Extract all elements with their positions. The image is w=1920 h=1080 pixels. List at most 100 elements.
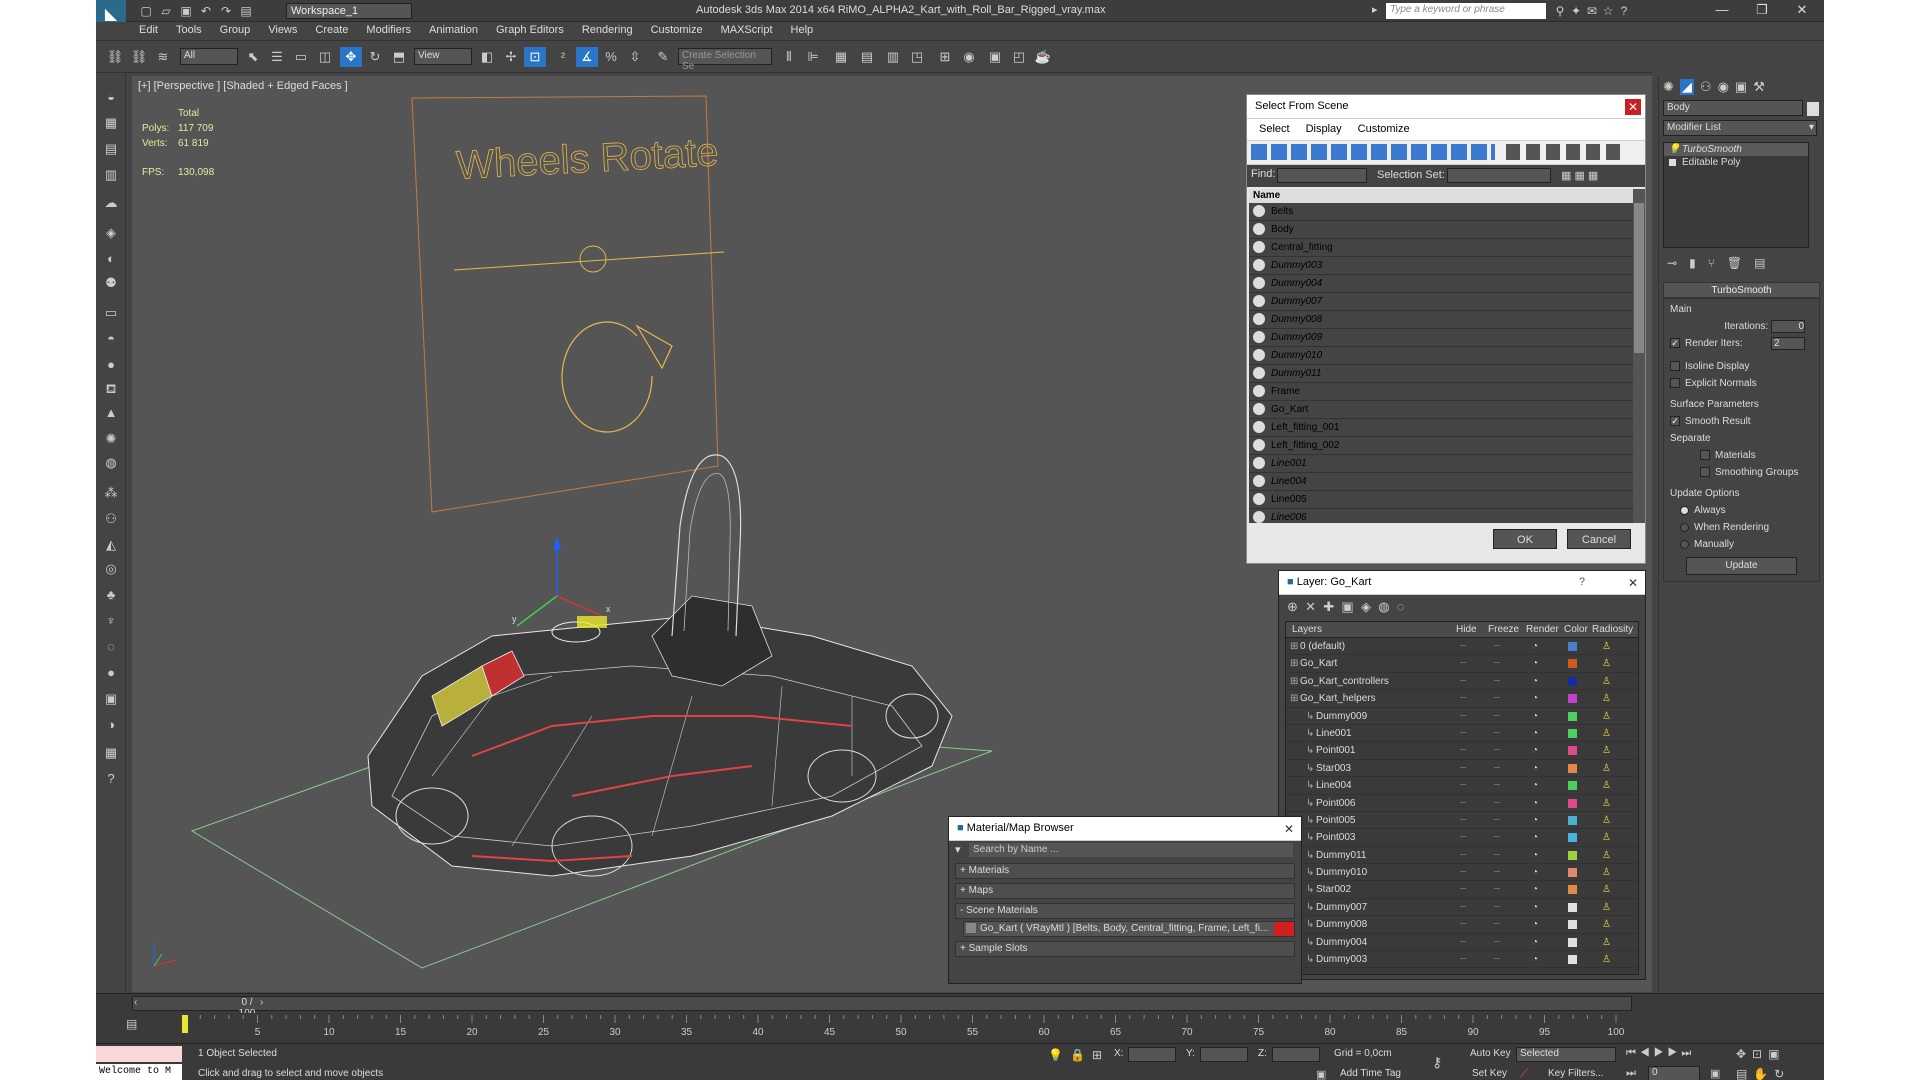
iterations-spinner[interactable]: 0 xyxy=(1771,319,1805,333)
layer-help-icon[interactable]: ? xyxy=(1579,576,1585,588)
layer-hide-toggle[interactable]: ┄ xyxy=(1460,951,1466,968)
reference-coordinate-dropdown[interactable]: View xyxy=(414,48,472,65)
layer-manager-icon[interactable]: ▤ xyxy=(856,47,878,67)
selection-lock-icon[interactable]: 🔒 xyxy=(1070,1048,1085,1062)
layer-row[interactable]: ↳ Dummy011 ┄ ┄ ◔ ♙ xyxy=(1286,847,1638,865)
layer-render-icon[interactable]: ◔ xyxy=(1532,847,1538,864)
selection-filter-dropdown[interactable]: All xyxy=(180,48,238,65)
keyboard-shortcut-override-icon[interactable]: ⊡ xyxy=(524,47,546,67)
layer-color-swatch[interactable] xyxy=(1568,885,1577,895)
isoline-display-checkbox[interactable] xyxy=(1670,361,1680,372)
helpers-icon[interactable]: ◐ xyxy=(101,249,121,269)
box-primitive-icon[interactable]: ▭ xyxy=(101,303,121,323)
search-arrow-icon[interactable]: ▸ xyxy=(1372,3,1378,16)
layer-radiosity-icon[interactable]: ♙ xyxy=(1602,812,1611,829)
time-slider[interactable]: ‹ 0 / 100 › xyxy=(96,993,1824,1019)
select-manipulate-icon[interactable]: ✢ xyxy=(500,47,522,67)
scene-material-item[interactable]: Go_Kart ( VRayMtl ) [Belts, Body, Centra… xyxy=(963,921,1295,937)
layer-color-swatch[interactable] xyxy=(1568,798,1577,808)
ribbon-icon[interactable]: ◒ xyxy=(101,87,121,107)
layer-render-icon[interactable]: ◔ xyxy=(1532,864,1538,881)
layer-expand-icon[interactable]: ⊞ xyxy=(1290,673,1298,690)
layer-row[interactable]: ↳ Dummy008 ┄ ┄ ◔ ♙ xyxy=(1286,916,1638,934)
menu-maxscript[interactable]: MAXScript xyxy=(712,22,782,38)
section-maps[interactable]: + Maps xyxy=(955,883,1295,899)
scene-list-item[interactable]: Belts xyxy=(1249,203,1633,221)
pin-stack-icon[interactable]: ⊸ xyxy=(1667,256,1677,274)
layer-row[interactable]: ↳ Dummy010 ┄ ┄ ◔ ♙ xyxy=(1286,864,1638,882)
layer-render-icon[interactable]: ◔ xyxy=(1532,881,1538,898)
key-filters-button[interactable]: Key Filters... xyxy=(1548,1068,1604,1079)
spinner-snap-icon[interactable]: ⇳ xyxy=(624,47,646,67)
col-layers[interactable]: Layers xyxy=(1292,622,1322,638)
col-color[interactable]: Color xyxy=(1564,622,1588,638)
motion-tab-icon[interactable]: ◉ xyxy=(1718,79,1729,95)
time-tag-icon[interactable]: ▣ xyxy=(1316,1068,1326,1080)
layer-hide-toggle[interactable]: ┄ xyxy=(1460,655,1466,672)
layer-radiosity-icon[interactable]: ♙ xyxy=(1602,760,1611,777)
material-search-input[interactable]: Search by Name ... xyxy=(969,843,1293,857)
workspace-dropdown[interactable]: Workspace_1 xyxy=(286,3,412,19)
section-scene-materials[interactable]: - Scene Materials xyxy=(955,903,1295,919)
layer-hide-toggle[interactable]: ┄ xyxy=(1460,725,1466,742)
default-key-icon[interactable]: ⚷ xyxy=(1432,1054,1442,1071)
layer-row[interactable]: ⊞ Go_Kart_controllers ┄ ┄ ◔ ♙ xyxy=(1286,673,1638,691)
layer-row[interactable]: ↳ Point001 ┄ ┄ ◔ ♙ xyxy=(1286,742,1638,760)
select-in-layer-icon[interactable]: ▣ xyxy=(1341,599,1353,614)
help-icon[interactable]: ? xyxy=(1616,3,1632,19)
create-panel-icon[interactable]: ▦ xyxy=(101,113,121,133)
layer-render-icon[interactable]: ◔ xyxy=(1532,742,1538,759)
close-icon[interactable]: ✕ xyxy=(1281,821,1297,837)
scene-list-item[interactable]: Dummy009 xyxy=(1249,329,1633,347)
menu-graph-editors[interactable]: Graph Editors xyxy=(487,22,573,38)
layer-hide-toggle[interactable]: ┄ xyxy=(1460,829,1466,846)
layer-color-swatch[interactable] xyxy=(1568,746,1577,756)
bulb-icon[interactable]: 💡 xyxy=(1668,143,1680,156)
layer-expand-icon[interactable]: ↳ xyxy=(1306,829,1314,846)
disk-icon[interactable]: ◍ xyxy=(101,453,121,473)
layer-hide-toggle[interactable]: ┄ xyxy=(1460,847,1466,864)
hemisphere-icon[interactable]: ◓ xyxy=(101,329,121,349)
layer-row[interactable]: ⊞ 0 (default) ┄ ┄ ◔ ♙ xyxy=(1286,638,1638,656)
separate-smoothing-groups-checkbox[interactable] xyxy=(1700,467,1710,478)
turbosmooth-rollout-header[interactable]: TurboSmooth xyxy=(1663,282,1820,298)
layer-radiosity-icon[interactable]: ♙ xyxy=(1602,916,1611,933)
layer-row[interactable]: ↳ Dummy007 ┄ ┄ ◔ ♙ xyxy=(1286,899,1638,917)
layer-color-swatch[interactable] xyxy=(1568,763,1577,773)
layer-freeze-toggle[interactable]: ┄ xyxy=(1494,899,1500,916)
layer-color-swatch[interactable] xyxy=(1568,694,1577,704)
scene-list-item[interactable]: Dummy008 xyxy=(1249,311,1633,329)
layer-radiosity-icon[interactable]: ♙ xyxy=(1602,899,1611,916)
object-name-field[interactable]: Body xyxy=(1663,100,1803,116)
layer-render-icon[interactable]: ◔ xyxy=(1532,760,1538,777)
menu-rendering[interactable]: Rendering xyxy=(573,22,642,38)
edit-named-selection-icon[interactable]: ✎ xyxy=(652,47,674,67)
dynamics-icon[interactable]: ⚇ xyxy=(101,509,121,529)
layer-render-icon[interactable]: ◔ xyxy=(1532,829,1538,846)
layer-freeze-toggle[interactable]: ┄ xyxy=(1494,916,1500,933)
layer-row[interactable]: ↳ Dummy004 ┄ ┄ ◔ ♙ xyxy=(1286,934,1638,952)
layer-color-swatch[interactable] xyxy=(1568,850,1577,860)
material-sphere-icon[interactable]: ● xyxy=(101,663,121,683)
auto-key-button[interactable]: Auto Key xyxy=(1470,1048,1511,1059)
layer-row[interactable]: ⊞ Go_Kart ┄ ┄ ◔ ♙ xyxy=(1286,655,1638,673)
layer-expand-icon[interactable]: ↳ xyxy=(1306,742,1314,759)
layer-expand-icon[interactable]: ⊞ xyxy=(1290,690,1298,707)
layer-color-swatch[interactable] xyxy=(1568,711,1577,721)
layer-hide-toggle[interactable]: ┄ xyxy=(1460,690,1466,707)
particles-icon[interactable]: ⁂ xyxy=(101,483,121,503)
scene-list-item[interactable]: Line005 xyxy=(1249,491,1633,509)
time-prev-icon[interactable]: ‹ xyxy=(134,997,137,1008)
layer-freeze-toggle[interactable]: ┄ xyxy=(1494,725,1500,742)
layer-freeze-toggle[interactable]: ┄ xyxy=(1494,881,1500,898)
menu-animation[interactable]: Animation xyxy=(420,22,487,38)
select-and-scale-icon[interactable]: ⬒ xyxy=(388,47,410,67)
pivot-center-icon[interactable]: ◧ xyxy=(476,47,498,67)
delete-layer-icon[interactable]: ✕ xyxy=(1305,599,1316,614)
layer-radiosity-icon[interactable]: ♙ xyxy=(1602,725,1611,742)
welcome-text[interactable]: Welcome to M xyxy=(96,1064,182,1080)
layer-radiosity-icon[interactable]: ♙ xyxy=(1602,742,1611,759)
layer-expand-icon[interactable]: ↳ xyxy=(1306,777,1314,794)
scene-list-item[interactable]: Line004 xyxy=(1249,473,1633,491)
sphere-icon[interactable]: ● xyxy=(101,355,121,375)
